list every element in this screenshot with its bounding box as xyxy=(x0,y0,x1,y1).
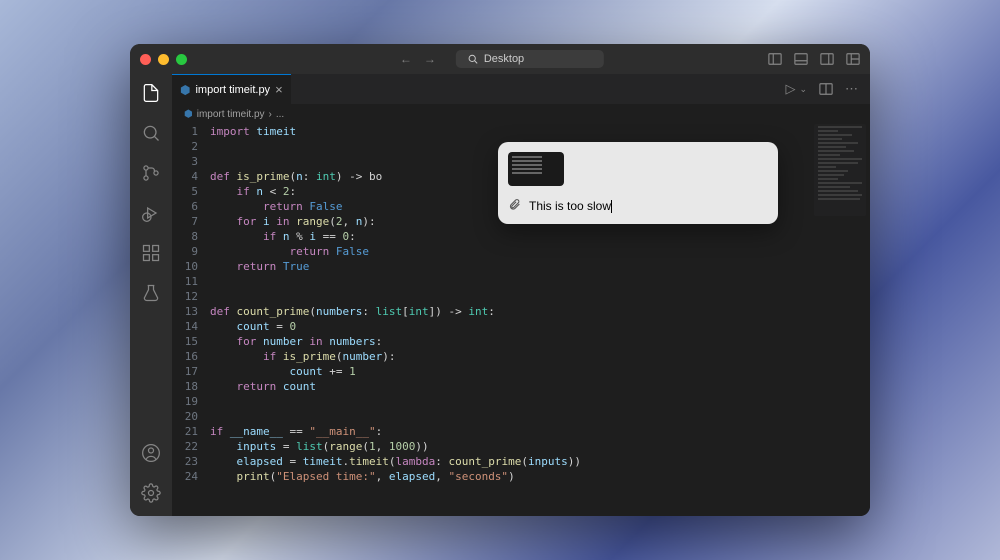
code-line[interactable]: if n % i == 0: xyxy=(210,229,870,244)
titlebar: ← → Desktop xyxy=(130,44,870,74)
activity-bar xyxy=(130,74,172,516)
python-file-icon: ⬢ xyxy=(180,83,190,97)
line-number: 20 xyxy=(172,409,198,424)
code-line[interactable]: print("Elapsed time:", elapsed, "seconds… xyxy=(210,469,870,484)
line-number: 6 xyxy=(172,199,198,214)
chat-input[interactable]: This is too slow xyxy=(529,199,768,213)
code-line[interactable] xyxy=(210,289,870,304)
titlebar-right xyxy=(768,52,860,66)
more-actions-icon[interactable]: ⋯ xyxy=(845,81,858,97)
search-panel-icon[interactable] xyxy=(140,122,162,144)
editor-area: ⬢ import timeit.py × ▷ ⌄ ⋯ ⬢ import time… xyxy=(172,74,870,516)
python-file-icon: ⬢ xyxy=(184,109,193,120)
line-number: 7 xyxy=(172,214,198,229)
code-line[interactable]: return count xyxy=(210,379,870,394)
minimap[interactable] xyxy=(814,124,866,216)
line-number: 24 xyxy=(172,469,198,484)
line-number: 23 xyxy=(172,454,198,469)
tab-active[interactable]: ⬢ import timeit.py × xyxy=(172,74,291,104)
line-number: 21 xyxy=(172,424,198,439)
body-area: ⬢ import timeit.py × ▷ ⌄ ⋯ ⬢ import time… xyxy=(130,74,870,516)
run-dropdown-icon[interactable]: ⌄ xyxy=(799,84,807,95)
code-line[interactable]: if __name__ == "__main__": xyxy=(210,424,870,439)
source-control-icon[interactable] xyxy=(140,162,162,184)
code-line[interactable]: for number in numbers: xyxy=(210,334,870,349)
line-number: 11 xyxy=(172,274,198,289)
window-controls xyxy=(140,54,187,65)
line-number: 1 xyxy=(172,124,198,139)
code-line[interactable]: inputs = list(range(1, 1000)) xyxy=(210,439,870,454)
breadcrumb-file: import timeit.py xyxy=(197,109,265,120)
line-number: 4 xyxy=(172,169,198,184)
search-icon xyxy=(468,54,478,64)
breadcrumb-sep: › xyxy=(269,109,272,120)
extensions-icon[interactable] xyxy=(140,242,162,264)
search-label: Desktop xyxy=(484,53,524,65)
line-number: 14 xyxy=(172,319,198,334)
attach-icon[interactable] xyxy=(508,198,521,214)
tab-filename: import timeit.py xyxy=(195,84,270,96)
line-number: 17 xyxy=(172,364,198,379)
code-line[interactable]: if is_prime(number): xyxy=(210,349,870,364)
chat-input-row: This is too slow xyxy=(508,198,768,214)
code-line[interactable]: return True xyxy=(210,259,870,274)
debug-icon[interactable] xyxy=(140,202,162,224)
line-number: 18 xyxy=(172,379,198,394)
testing-icon[interactable] xyxy=(140,282,162,304)
ide-window: ← → Desktop xyxy=(130,44,870,516)
nav-forward-button[interactable]: → xyxy=(420,50,440,68)
line-gutter: 123456789101112131415161718192021222324 xyxy=(172,124,210,516)
code-line[interactable] xyxy=(210,394,870,409)
layout-bottom-icon[interactable] xyxy=(794,52,808,66)
nav-arrows: ← → xyxy=(396,50,440,68)
ai-inline-chat-popup: This is too slow xyxy=(498,142,778,224)
line-number: 19 xyxy=(172,394,198,409)
line-number: 13 xyxy=(172,304,198,319)
customize-layout-icon[interactable] xyxy=(846,52,860,66)
code-line[interactable]: def count_prime(numbers: list[int]) -> i… xyxy=(210,304,870,319)
line-number: 2 xyxy=(172,139,198,154)
code-line[interactable] xyxy=(210,274,870,289)
code-line[interactable]: import timeit xyxy=(210,124,870,139)
line-number: 9 xyxy=(172,244,198,259)
minimize-window-button[interactable] xyxy=(158,54,169,65)
line-number: 12 xyxy=(172,289,198,304)
line-number: 5 xyxy=(172,184,198,199)
command-center-search[interactable]: Desktop xyxy=(456,50,604,68)
code-line[interactable] xyxy=(210,409,870,424)
line-number: 8 xyxy=(172,229,198,244)
editor-actions: ▷ ⌄ ⋯ xyxy=(785,81,870,97)
breadcrumb-rest: ... xyxy=(276,109,284,120)
code-line[interactable]: return False xyxy=(210,244,870,259)
editor-tabs: ⬢ import timeit.py × ▷ ⌄ ⋯ xyxy=(172,74,870,104)
layout-left-icon[interactable] xyxy=(768,52,782,66)
line-number: 15 xyxy=(172,334,198,349)
code-line[interactable]: elapsed = timeit.timeit(lambda: count_pr… xyxy=(210,454,870,469)
line-number: 16 xyxy=(172,349,198,364)
context-thumbnail[interactable] xyxy=(508,152,564,186)
code-line[interactable]: count = 0 xyxy=(210,319,870,334)
run-button[interactable]: ▷ xyxy=(785,81,795,97)
close-window-button[interactable] xyxy=(140,54,151,65)
accounts-icon[interactable] xyxy=(140,442,162,464)
tab-close-button[interactable]: × xyxy=(275,82,283,97)
maximize-window-button[interactable] xyxy=(176,54,187,65)
line-number: 10 xyxy=(172,259,198,274)
titlebar-center: ← → Desktop xyxy=(396,50,604,68)
breadcrumb[interactable]: ⬢ import timeit.py › ... xyxy=(172,104,870,124)
explorer-icon[interactable] xyxy=(140,82,162,104)
line-number: 3 xyxy=(172,154,198,169)
layout-right-icon[interactable] xyxy=(820,52,834,66)
code-line[interactable]: count += 1 xyxy=(210,364,870,379)
settings-gear-icon[interactable] xyxy=(140,482,162,504)
split-editor-icon[interactable] xyxy=(819,82,833,96)
line-number: 22 xyxy=(172,439,198,454)
nav-back-button[interactable]: ← xyxy=(396,50,416,68)
